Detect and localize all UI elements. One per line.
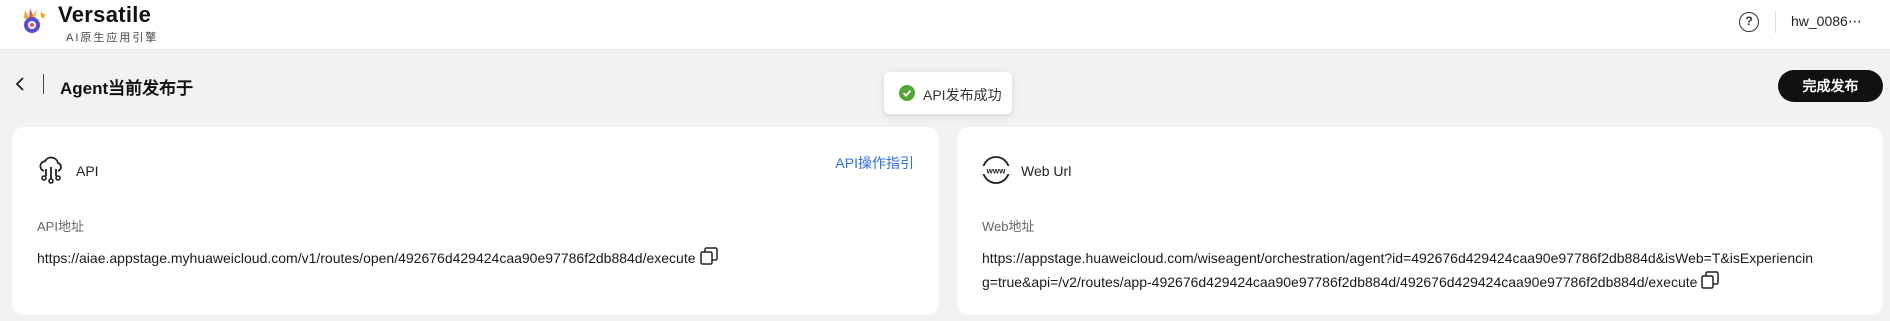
brand-name: Versatile (58, 2, 152, 27)
web-address-label: Web地址 (982, 219, 1035, 234)
api-guide-link[interactable]: API操作指引 (835, 153, 914, 173)
check-circle-icon (899, 85, 915, 101)
top-bar: Versatile AI原生应用引擎 ? hw_0086⋯ (0, 0, 1890, 50)
web-card-title: Web Url (1021, 163, 1072, 179)
web-url-card: www Web Url Web地址 https://appstage.huawe… (957, 127, 1883, 315)
toast-message: API发布成功 (923, 87, 1002, 103)
api-address-label: API地址 (37, 219, 84, 234)
divider (1775, 11, 1776, 33)
copy-icon[interactable] (1701, 271, 1720, 289)
question-circle-icon[interactable]: ? (1739, 12, 1759, 32)
web-address-field: https://appstage.huaweicloud.com/wiseage… (982, 246, 1813, 294)
chevron-left-icon[interactable] (12, 74, 30, 94)
web-address-line-2-wrap: g=true&api=/v2/routes/app-492676d429424c… (982, 270, 1813, 294)
api-card-title: API (76, 163, 99, 179)
api-address-value: https://aiae.appstage.myhuaweicloud.com/… (37, 250, 696, 266)
brand-subtitle: AI原生应用引擎 (66, 32, 159, 44)
cloud-api-icon (39, 156, 62, 184)
web-address-line-2: g=true&api=/v2/routes/app-492676d429424c… (982, 274, 1698, 290)
www-globe-icon: www (982, 156, 1010, 184)
api-card: API API操作指引 API地址 https://aiae.appstage.… (12, 127, 939, 315)
svg-text:www: www (986, 167, 1006, 176)
api-address-field: https://aiae.appstage.myhuaweicloud.com/… (37, 246, 718, 270)
finish-publish-button[interactable]: 完成发布 (1778, 70, 1883, 102)
user-menu[interactable]: hw_0086⋯ (1791, 13, 1862, 30)
copy-icon[interactable] (699, 247, 718, 265)
success-toast: API发布成功 (884, 72, 1012, 114)
page-title: Agent当前发布于 (60, 79, 194, 98)
web-address-line-1: https://appstage.huaweicloud.com/wiseage… (982, 250, 1814, 266)
title-divider (43, 74, 44, 94)
versatile-logo-icon[interactable] (20, 6, 48, 36)
